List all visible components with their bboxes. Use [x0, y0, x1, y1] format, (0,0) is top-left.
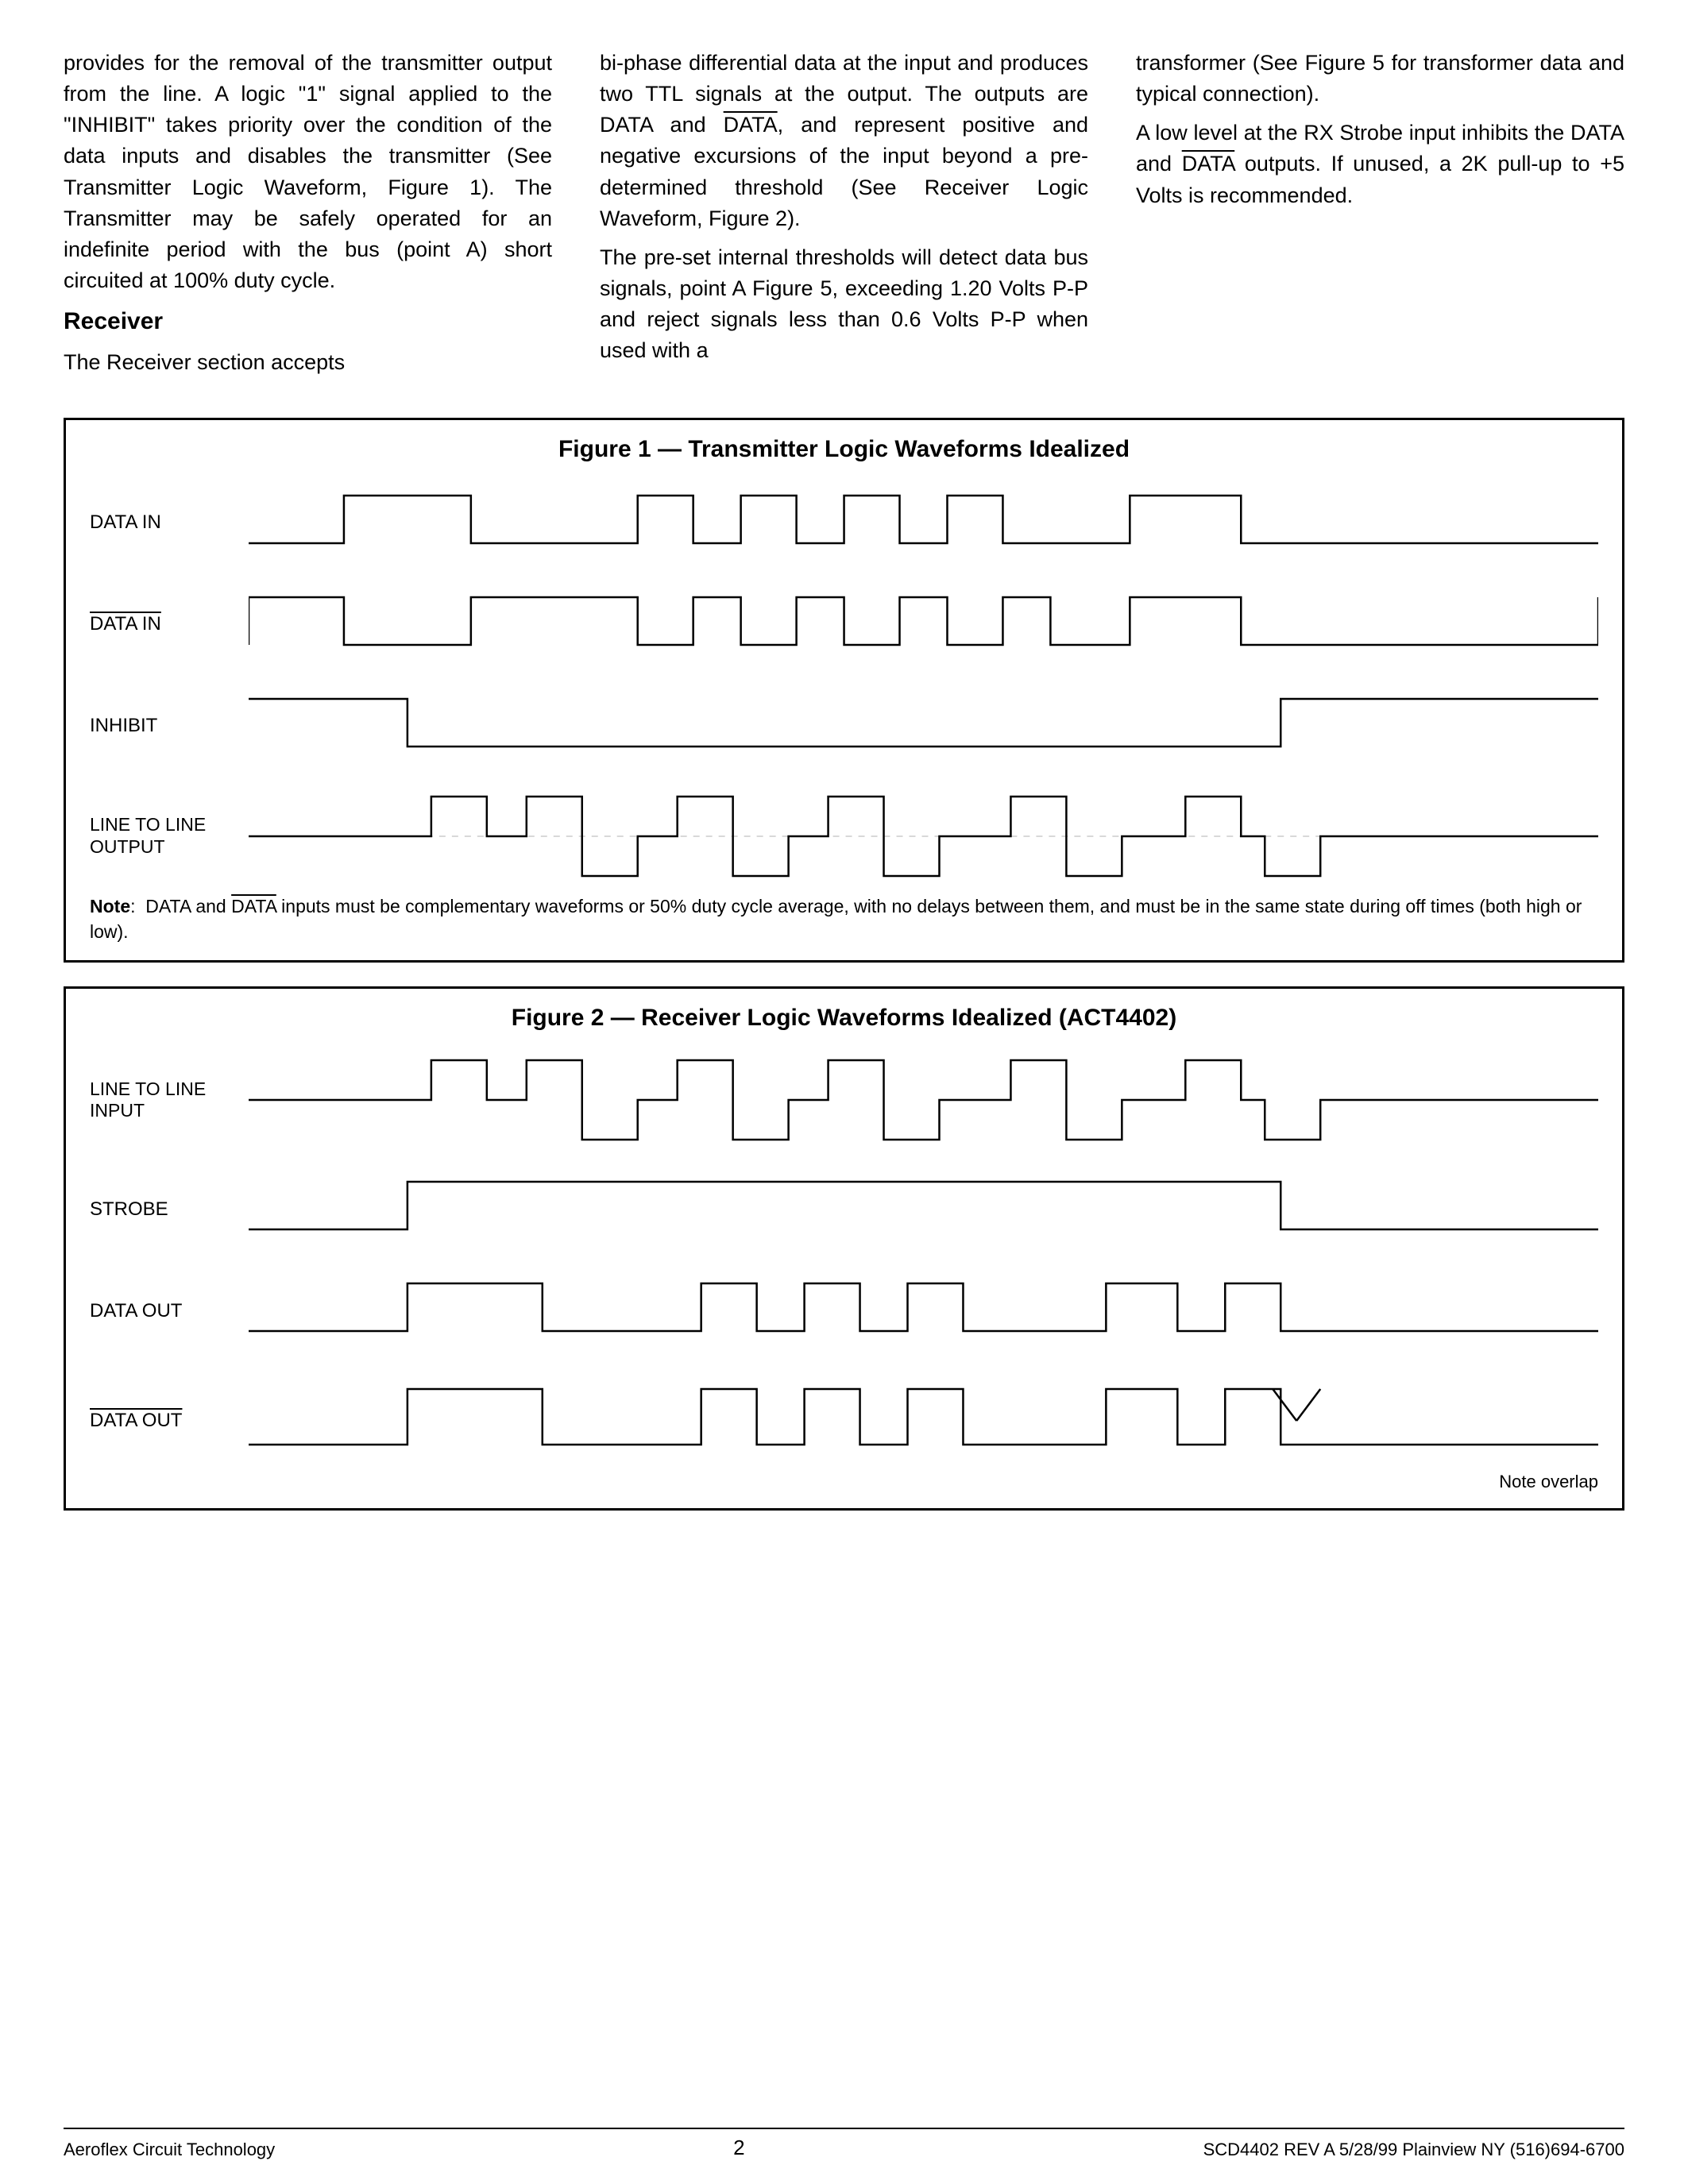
col2-para2: The pre-set internal thresholds will det… — [600, 242, 1088, 367]
footer: Aeroflex Circuit Technology 2 SCD4402 RE… — [64, 2128, 1624, 2160]
col-3: transformer (See Figure 5 for transforme… — [1136, 48, 1624, 386]
data-out-bar-waveform — [249, 1373, 1598, 1468]
line-to-line-output-waveform — [249, 789, 1598, 884]
inhibit-row: INHIBIT — [90, 687, 1598, 766]
col1-para1: provides for the removal of the transmit… — [64, 48, 552, 296]
line-to-line-input-row: LINE TO LINEINPUT — [90, 1052, 1598, 1148]
inhibit-waveform — [249, 687, 1598, 766]
data-in-row: DATA IN — [90, 484, 1598, 563]
figure2-title: Figure 2 — Receiver Logic Waveforms Idea… — [90, 1005, 1598, 1038]
col2-para1: bi-phase differential data at the input … — [600, 48, 1088, 234]
footer-right: SCD4402 REV A 5/28/99 Plainview NY (516)… — [1203, 2140, 1624, 2160]
line-to-line-output-row: LINE TO LINEOUTPUT — [90, 789, 1598, 884]
inhibit-label: INHIBIT — [90, 715, 249, 738]
receiver-heading: Receiver — [64, 304, 552, 339]
data-out-label: DATA OUT — [90, 1300, 249, 1323]
col3-para1: transformer (See Figure 5 for transforme… — [1136, 48, 1624, 110]
line-to-line-input-label: LINE TO LINEINPUT — [90, 1078, 249, 1122]
figure1-note: Note: DATA and DATA inputs must be compl… — [90, 893, 1598, 944]
strobe-row: STROBE — [90, 1170, 1598, 1249]
data-out-waveform — [249, 1271, 1598, 1351]
data-in-label: DATA IN — [90, 511, 249, 534]
data-in-waveform — [249, 484, 1598, 563]
col-2: bi-phase differential data at the input … — [600, 48, 1088, 386]
figure1-title: Figure 1 — Transmitter Logic Waveforms I… — [90, 436, 1598, 469]
line-to-line-output-label: LINE TO LINEOUTPUT — [90, 814, 249, 858]
strobe-waveform — [249, 1170, 1598, 1249]
data-out-row: DATA OUT — [90, 1271, 1598, 1351]
col-1: provides for the removal of the transmit… — [64, 48, 552, 386]
data-in-bar-row: DATA IN — [90, 585, 1598, 665]
col3-para2: A low level at the RX Strobe input inhib… — [1136, 118, 1624, 210]
page: provides for the removal of the transmit… — [0, 0, 1688, 2184]
figure2-box: Figure 2 — Receiver Logic Waveforms Idea… — [64, 986, 1624, 1511]
footer-left: Aeroflex Circuit Technology — [64, 2140, 275, 2160]
strobe-label: STROBE — [90, 1198, 249, 1221]
data-in-bar-waveform — [249, 585, 1598, 665]
data-in-bar-label: DATA IN — [90, 613, 249, 636]
text-columns: provides for the removal of the transmit… — [64, 48, 1624, 386]
data-out-bar-row: DATA OUT — [90, 1373, 1598, 1468]
data-out-bar-label: DATA OUT — [90, 1410, 249, 1433]
note-overlap: Note overlap — [90, 1472, 1598, 1492]
figure1-box: Figure 1 — Transmitter Logic Waveforms I… — [64, 418, 1624, 963]
line-to-line-input-waveform — [249, 1052, 1598, 1148]
footer-center: 2 — [733, 2136, 744, 2160]
col1-para2: The Receiver section accepts — [64, 347, 552, 378]
